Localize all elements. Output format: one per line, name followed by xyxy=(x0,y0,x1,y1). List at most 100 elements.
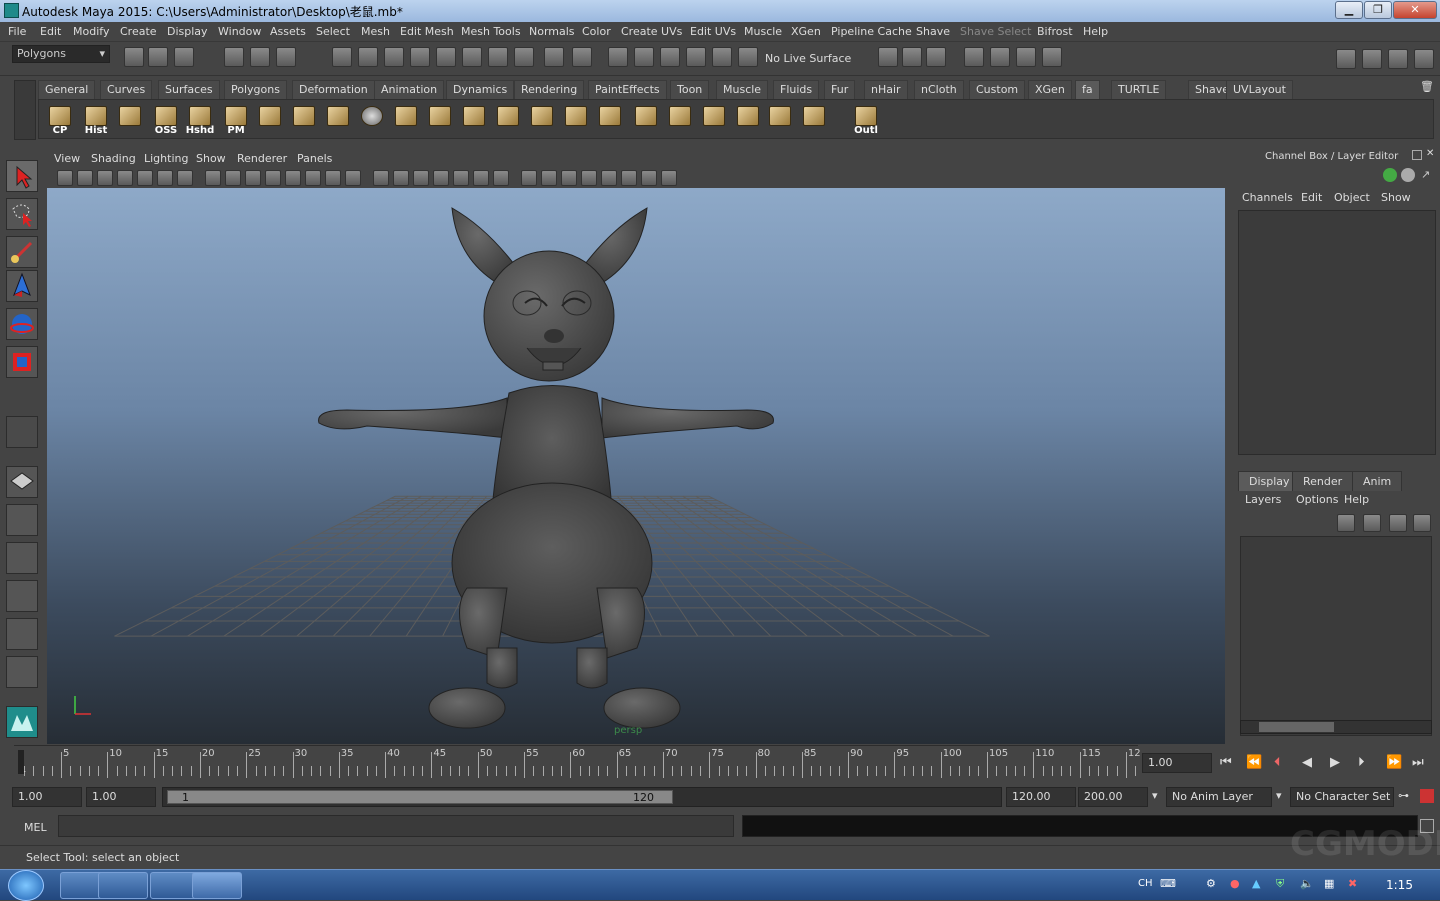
language-indicator[interactable]: CH xyxy=(1138,878,1153,889)
shelf-button-16[interactable] xyxy=(561,104,591,136)
channel-pin-icon[interactable]: ↗ xyxy=(1421,168,1435,182)
panel-tool-icon[interactable] xyxy=(453,170,469,186)
input-mode-icon[interactable] xyxy=(902,47,922,67)
shelf-tab-polygons[interactable]: Polygons xyxy=(224,80,287,99)
current-time-indicator[interactable] xyxy=(18,750,24,774)
panel-tool-icon[interactable] xyxy=(521,170,537,186)
tray-drive-icon[interactable]: ▲ xyxy=(1252,877,1260,890)
layout-four-icon[interactable] xyxy=(990,47,1010,67)
menu-normals[interactable]: Normals xyxy=(529,25,575,38)
channel-menu-object[interactable]: Object xyxy=(1334,191,1370,204)
select-tool-icon[interactable] xyxy=(6,160,38,192)
channel-list[interactable] xyxy=(1238,210,1436,455)
panel-tool-icon[interactable] xyxy=(345,170,361,186)
selection-mask-icon[interactable] xyxy=(572,47,592,67)
go-to-start-icon[interactable]: ⏮ xyxy=(1220,755,1232,770)
keyboard-icon[interactable]: ⌨ xyxy=(1160,877,1176,890)
select-hierarchy-icon[interactable] xyxy=(224,47,244,67)
channel-menu-channels[interactable]: Channels xyxy=(1242,191,1293,204)
shelf-tab-turtle[interactable]: TURTLE xyxy=(1111,80,1167,99)
shelf-tab-xgen[interactable]: XGen xyxy=(1028,80,1072,99)
panel-tool-icon[interactable] xyxy=(205,170,221,186)
shelf-tab-custom[interactable]: Custom xyxy=(969,80,1026,99)
snap-surface-icon[interactable] xyxy=(436,47,456,67)
play-backwards-icon[interactable]: ◀ xyxy=(1302,755,1312,770)
menu-edit-uvs[interactable]: Edit UVs xyxy=(690,25,736,38)
channel-display-icon[interactable] xyxy=(1401,168,1415,182)
current-time-field[interactable]: 1.00 xyxy=(1142,753,1212,773)
shelf-tab-toon[interactable]: Toon xyxy=(670,80,710,99)
new-layer-selected-icon[interactable] xyxy=(1363,514,1381,532)
channel-box-icon[interactable] xyxy=(1388,49,1408,69)
channel-menu-edit[interactable]: Edit xyxy=(1301,191,1322,204)
shelf-tab-ncloth[interactable]: nCloth xyxy=(914,80,964,99)
hypershade-icon[interactable] xyxy=(712,47,732,67)
shelf-button-13[interactable] xyxy=(459,104,489,136)
panel-tool-icon[interactable] xyxy=(561,170,577,186)
menu-xgen[interactable]: XGen xyxy=(791,25,821,38)
lock-icon[interactable] xyxy=(544,47,564,67)
select-component-icon[interactable] xyxy=(276,47,296,67)
shelf-tab-animation[interactable]: Animation xyxy=(374,80,445,99)
playback-end-field[interactable]: 120.00 xyxy=(1006,787,1076,807)
time-slider[interactable]: 5 10 15 20 25 30 35 40 45 50 55 60 65 70 75 80 85 90 95 100… xyxy=(14,745,1141,778)
snap-live-icon[interactable] xyxy=(462,47,482,67)
sidebar-toggle-icon[interactable] xyxy=(926,47,946,67)
range-slider[interactable]: 1 120 xyxy=(162,787,1002,807)
ipr-render-icon[interactable] xyxy=(660,47,680,67)
panel-tool-icon[interactable] xyxy=(581,170,597,186)
shelf-button-18[interactable] xyxy=(631,104,661,136)
shelf-tab-uvlayout[interactable]: UVLayout xyxy=(1226,80,1293,99)
live-surface-label[interactable]: No Live Surface xyxy=(765,52,851,65)
save-scene-icon[interactable] xyxy=(174,47,194,67)
play-forwards-icon[interactable]: ▶ xyxy=(1330,755,1340,770)
panel-tool-icon[interactable] xyxy=(661,170,677,186)
playback-start-field[interactable]: 1.00 xyxy=(86,787,156,807)
shelf-tab-surfaces[interactable]: Surfaces xyxy=(158,80,220,99)
render-settings-icon[interactable] xyxy=(686,47,706,67)
close-panel-icon[interactable]: ✕ xyxy=(1426,149,1438,161)
menu-select[interactable]: Select xyxy=(316,25,350,38)
volume-icon[interactable]: 🔈 xyxy=(1300,877,1314,890)
step-forward-frame-icon[interactable]: ⏩ xyxy=(1386,755,1402,770)
panel-tool-icon[interactable] xyxy=(285,170,301,186)
shelf-tab-dynamics[interactable]: Dynamics xyxy=(446,80,515,99)
anim-layer-field[interactable]: No Anim Layer xyxy=(1166,787,1272,807)
maximize-button[interactable]: ❐ xyxy=(1364,1,1392,19)
layer-tab-render[interactable]: Render xyxy=(1292,471,1354,491)
layout-graph-icon[interactable] xyxy=(1042,47,1062,67)
panel-tool-icon[interactable] xyxy=(641,170,657,186)
panel-menu-shading[interactable]: Shading xyxy=(91,152,136,165)
menu-edit[interactable]: Edit xyxy=(40,25,61,38)
snap-curve-icon[interactable] xyxy=(358,47,378,67)
viewport-persp[interactable]: persp xyxy=(47,188,1225,744)
layout-persp-graph-icon[interactable] xyxy=(6,580,38,612)
layout-outliner-persp-icon[interactable] xyxy=(6,542,38,574)
panel-tool-icon[interactable] xyxy=(413,170,429,186)
tray-app-icon[interactable]: ● xyxy=(1230,877,1240,890)
panel-tool-icon[interactable] xyxy=(137,170,153,186)
shelf-button-17[interactable] xyxy=(595,104,625,136)
panel-tool-icon[interactable] xyxy=(157,170,173,186)
shelf-tab-painteffects[interactable]: PaintEffects xyxy=(588,80,667,99)
close-button[interactable]: ✕ xyxy=(1393,1,1437,19)
menu-mesh-tools[interactable]: Mesh Tools xyxy=(461,25,521,38)
render-view-icon[interactable] xyxy=(608,47,628,67)
layer-scrollbar[interactable] xyxy=(1240,720,1432,734)
rotate-tool-icon[interactable] xyxy=(6,308,38,340)
layer-list[interactable] xyxy=(1240,536,1432,736)
magnet-icon[interactable] xyxy=(738,47,758,67)
step-back-key-icon[interactable]: ⏴ xyxy=(1274,755,1281,770)
panel-tool-icon[interactable] xyxy=(225,170,241,186)
shelf-tab-nhair[interactable]: nHair xyxy=(864,80,908,99)
tray-security-icon[interactable]: ⛨ xyxy=(1276,877,1284,891)
menu-muscle[interactable]: Muscle xyxy=(744,25,782,38)
network-icon[interactable]: ▦ xyxy=(1324,877,1334,890)
panel-tool-icon[interactable] xyxy=(97,170,113,186)
shelf-button-19[interactable] xyxy=(665,104,695,136)
shelf-button-23[interactable] xyxy=(799,104,829,136)
shelf-tab-general[interactable]: General xyxy=(38,80,96,99)
panel-tool-icon[interactable] xyxy=(117,170,133,186)
layout-persp-graph-hyper-icon[interactable] xyxy=(6,656,38,688)
shelf-button-11[interactable] xyxy=(391,104,421,136)
